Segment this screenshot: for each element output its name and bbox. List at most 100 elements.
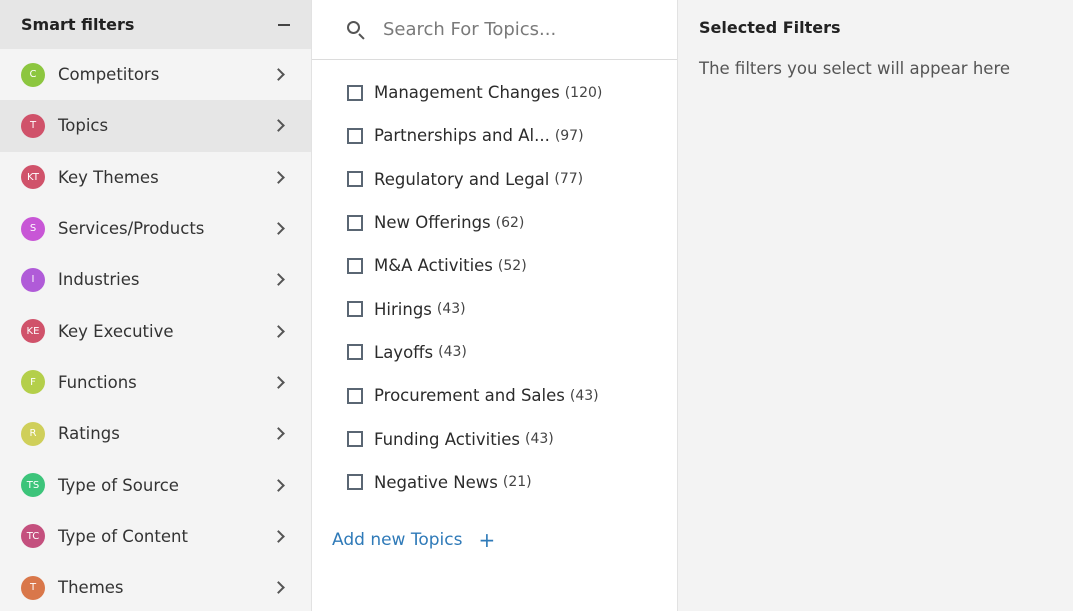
- topic-option[interactable]: M&A Activities (52): [312, 244, 677, 287]
- topics-panel: Management Changes(120)Partnerships and …: [312, 0, 678, 611]
- category-badge: F: [21, 370, 45, 395]
- topic-count: (43): [436, 301, 466, 318]
- category-badge: KE: [21, 319, 45, 344]
- category-badge: T: [21, 575, 45, 600]
- sidebar-header: Smart filters: [0, 0, 311, 49]
- topic-name: Procurement and Sales: [374, 386, 565, 406]
- topic-option[interactable]: Hirings (43): [312, 287, 677, 330]
- sidebar-item-industries[interactable]: I Industries: [0, 254, 311, 305]
- topic-count: (43): [525, 431, 554, 448]
- sidebar-item-topics[interactable]: T Topics: [0, 100, 311, 152]
- smart-filters-sidebar: Smart filters C Competitors T Topics KT Key T…: [0, 0, 312, 611]
- topic-name: Partnerships and Al...: [374, 126, 550, 146]
- topic-name: M&A Activities: [374, 256, 493, 276]
- category-badge: KT: [21, 165, 45, 190]
- topic-name: Regulatory and Legal: [374, 169, 550, 189]
- sidebar-item-functions[interactable]: F Functions: [0, 357, 311, 408]
- topic-checkbox[interactable]: [347, 474, 363, 491]
- chevron-right-icon: [272, 68, 285, 82]
- sidebar-item-competitors[interactable]: C Competitors: [0, 49, 311, 100]
- chevron-right-icon: [272, 581, 285, 594]
- minus-icon[interactable]: [277, 18, 291, 32]
- category-badge: T: [21, 113, 45, 138]
- topic-checkbox[interactable]: [347, 171, 363, 188]
- selected-filters-panel: Selected Filters The filters you select …: [678, 0, 1073, 611]
- sidebar-item-label: Themes: [58, 578, 124, 598]
- sidebar-item-label: Type of Source: [58, 475, 179, 495]
- sidebar-item-label: Key Executive: [58, 321, 174, 341]
- search-icon: [346, 20, 366, 40]
- topic-count: (52): [497, 257, 527, 274]
- topic-option[interactable]: Regulatory and Legal (77): [312, 158, 677, 201]
- chevron-right-icon: [272, 478, 285, 492]
- sidebar-list: C Competitors T Topics KT Key Themes S Services…: [0, 49, 311, 611]
- category-badge: TC: [21, 524, 45, 549]
- sidebar-item-type-of-source[interactable]: TS Type of Source: [0, 459, 311, 510]
- sidebar-item-label: Functions: [58, 372, 137, 392]
- chevron-right-icon: [272, 273, 285, 287]
- topic-checkbox[interactable]: [347, 431, 363, 448]
- chevron-right-icon: [272, 427, 285, 441]
- chevron-right-icon: [272, 376, 285, 389]
- topic-count: (62): [495, 214, 525, 231]
- topic-option[interactable]: Partnerships and Al... (97): [312, 114, 677, 157]
- category-badge: TS: [21, 473, 45, 498]
- sidebar-item-label: Topics: [58, 116, 109, 136]
- category-badge: S: [21, 216, 45, 241]
- topic-option[interactable]: Funding Activities (43): [312, 417, 677, 460]
- chevron-right-icon: [272, 119, 285, 133]
- topic-checkbox[interactable]: [347, 257, 363, 274]
- topic-option[interactable]: Procurement and Sales (43): [312, 374, 677, 417]
- sidebar-item-label: Industries: [58, 270, 140, 290]
- sidebar-item-key-executive[interactable]: KE Key Executive: [0, 305, 311, 356]
- topic-count: (77): [554, 171, 584, 188]
- chevron-right-icon: [272, 529, 285, 543]
- add-new-topics-button[interactable]: Add new Topics +: [332, 530, 495, 550]
- chevron-right-icon: [272, 222, 285, 235]
- sidebar-item-ratings[interactable]: R Ratings: [0, 408, 311, 459]
- topic-name: Hirings: [374, 299, 432, 319]
- category-badge: R: [21, 421, 45, 446]
- sidebar-item-label: Type of Content: [58, 526, 188, 546]
- topic-option[interactable]: Layoffs (43): [312, 331, 677, 374]
- sidebar-item-services-products[interactable]: S Services/Products: [0, 203, 311, 254]
- topic-option[interactable]: New Offerings (62): [312, 201, 677, 244]
- sidebar-item-type-of-content[interactable]: TC Type of Content: [0, 511, 311, 562]
- topic-name: Management Changes: [374, 83, 560, 103]
- search-input[interactable]: [383, 19, 663, 40]
- topic-count: (21): [502, 474, 532, 491]
- topic-option[interactable]: Negative News (21): [312, 461, 677, 504]
- topic-count: (97): [554, 127, 584, 144]
- sidebar-title: Smart filters: [21, 15, 135, 34]
- topic-list: Management Changes (120) Partnerships and …: [312, 60, 677, 504]
- chevron-right-icon: [272, 324, 285, 338]
- topic-checkbox[interactable]: [347, 214, 363, 231]
- topic-checkbox[interactable]: [347, 127, 363, 144]
- topic-count: (120): [564, 84, 603, 101]
- topic-checkbox[interactable]: [347, 84, 363, 101]
- plus-icon: +: [478, 528, 496, 552]
- add-new-topics-label: Add new Topics: [332, 530, 463, 550]
- topic-checkbox[interactable]: [347, 301, 363, 318]
- sidebar-item-themes[interactable]: T Themes: [0, 562, 311, 611]
- sidebar-item-label: Services/Products: [58, 219, 205, 239]
- sidebar-item-key-themes[interactable]: KT Key Themes: [0, 152, 311, 203]
- category-badge: I: [21, 267, 45, 292]
- topic-checkbox[interactable]: [347, 344, 363, 361]
- search-bar: [312, 0, 677, 60]
- topic-count: (43): [569, 387, 599, 404]
- sidebar-item-label: Ratings: [58, 424, 120, 444]
- topic-checkbox[interactable]: [347, 387, 363, 404]
- chevron-right-icon: [272, 170, 285, 184]
- topic-name: New Offerings: [374, 213, 491, 233]
- selected-filters-title: Selected Filters: [699, 18, 841, 37]
- topic-count: (43): [438, 344, 467, 361]
- selected-filters-empty-text: The filters you select will appear here: [699, 59, 1011, 78]
- topic-option[interactable]: Management Changes (120): [312, 71, 677, 114]
- topic-name: Layoffs: [374, 342, 434, 362]
- topic-name: Negative News: [374, 472, 498, 492]
- sidebar-item-label: Key Themes: [58, 167, 159, 187]
- category-badge: C: [21, 62, 45, 87]
- sidebar-item-label: Competitors: [58, 65, 160, 85]
- topic-name: Funding Activities: [374, 429, 521, 449]
